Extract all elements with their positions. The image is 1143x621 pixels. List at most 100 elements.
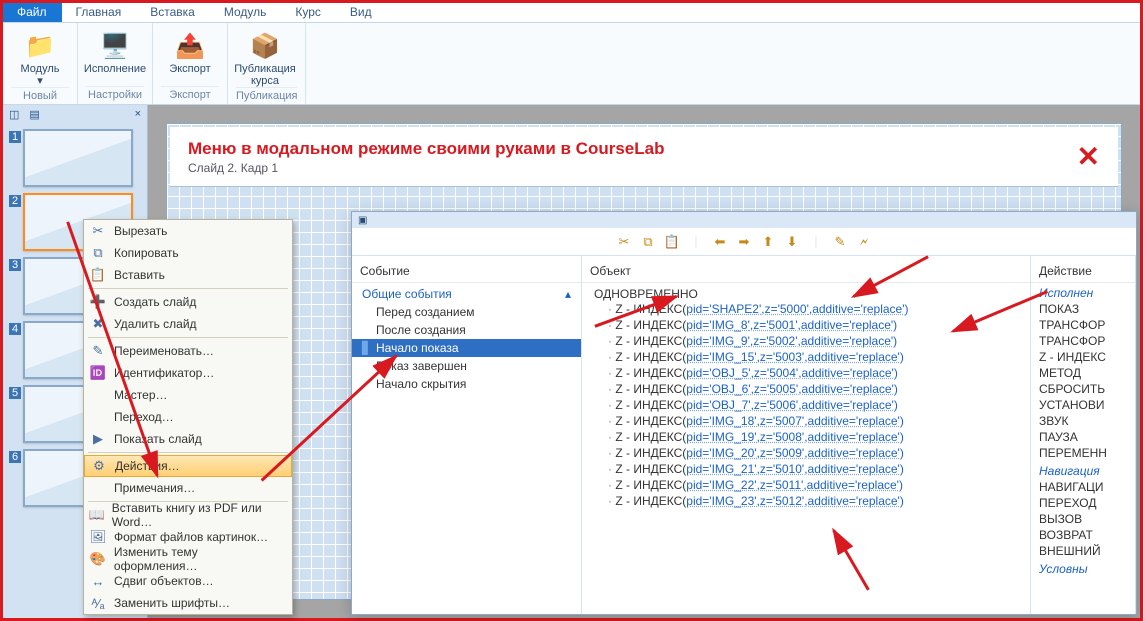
z-link[interactable]: ,z='5004' [751,366,799,380]
action-item[interactable]: ПЕРЕМЕНН [1031,445,1135,461]
z-link[interactable]: ,z='5006' [751,398,799,412]
dlg-tool-5[interactable]: ➡ [735,233,753,251]
ctx-identifier[interactable]: 🆔Идентификатор… [84,362,292,384]
object-line[interactable]: Z - ИНДЕКС(pid='IMG_22',z='5011',additiv… [582,477,1030,493]
ctx-paste[interactable]: 📋Вставить [84,264,292,286]
event-group[interactable]: Общие события ▴ [352,283,581,303]
dlg-tool-9[interactable]: ✎ [831,233,849,251]
event-item[interactable]: Начало скрытия [352,375,581,393]
action-item[interactable]: ВОЗВРАТ [1031,527,1135,543]
dlg-tool-2[interactable]: 📋 [663,233,681,251]
additive-link[interactable]: ,additive='replace') [804,414,904,428]
ctx-fonts[interactable]: ᴬ⁄ₐЗаменить шрифты… [84,592,292,614]
action-item[interactable]: ВНЕШНИЙ [1031,543,1135,559]
ctx-new-slide[interactable]: ➕Создать слайд [84,291,292,313]
pid-link[interactable]: pid='IMG_20' [686,446,756,460]
pid-link[interactable]: pid='IMG_15' [686,350,756,364]
tab-модуль[interactable]: Модуль [210,3,282,22]
object-line[interactable]: Z - ИНДЕКС(pid='IMG_21',z='5010',additiv… [582,461,1030,477]
action-item[interactable]: ВЫЗОВ [1031,511,1135,527]
ctx-master[interactable]: Мастер… [84,384,292,406]
slide-thumb[interactable]: 1 [23,129,133,187]
additive-link[interactable]: ,additive='replace') [804,446,904,460]
ctx-shift[interactable]: ↔Сдвиг объектов… [84,570,292,592]
additive-link[interactable]: ,additive='replace') [798,366,898,380]
z-link[interactable]: ,z='5012' [757,494,805,508]
ctx-show-slide[interactable]: ▶Показать слайд [84,428,292,450]
pid-link[interactable]: pid='IMG_9' [686,334,750,348]
object-line[interactable]: Z - ИНДЕКС(pid='IMG_8',z='5001',additive… [582,317,1030,333]
action-item[interactable]: ПЕРЕХОД [1031,495,1135,511]
tab-главная[interactable]: Главная [62,3,137,22]
additive-link[interactable]: ,additive='replace') [809,302,909,316]
tab-курс[interactable]: Курс [281,3,336,22]
event-item[interactable]: Показ завершен [352,357,581,375]
pid-link[interactable]: pid='SHAPE2' [686,302,761,316]
panel-close-icon[interactable]: × [135,108,141,120]
event-item[interactable]: Начало показа [352,339,581,357]
action-item[interactable]: ПАУЗА [1031,429,1135,445]
object-line[interactable]: Z - ИНДЕКС(pid='OBJ_7',z='5006',additive… [582,397,1030,413]
action-item[interactable]: УСТАНОВИ [1031,397,1135,413]
object-line[interactable]: Z - ИНДЕКС(pid='IMG_15',z='5003',additiv… [582,349,1030,365]
additive-link[interactable]: ,additive='replace') [798,398,898,412]
ctx-insert-book[interactable]: 📖Вставить книгу из PDF или Word… [84,504,292,526]
action-item[interactable]: ТРАНСФОР [1031,317,1135,333]
z-link[interactable]: ,z='5010' [757,462,805,476]
dlg-tool-7[interactable]: ⬇ [783,233,801,251]
module-button[interactable]: 📁Модуль ▾ [11,29,69,87]
object-line[interactable]: Z - ИНДЕКС(pid='OBJ_5',z='5004',additive… [582,365,1030,381]
z-link[interactable]: ,z='5005' [751,382,799,396]
dlg-tool-0[interactable]: ✂ [615,233,633,251]
z-link[interactable]: ,z='5003' [757,350,805,364]
object-line[interactable]: Z - ИНДЕКС(pid='OBJ_6',z='5005',additive… [582,381,1030,397]
additive-link[interactable]: ,additive='replace') [798,382,898,396]
ctx-notes[interactable]: Примечания… [84,477,292,499]
export-button[interactable]: 📤Экспорт [161,29,219,75]
action-item[interactable]: СБРОСИТЬ [1031,381,1135,397]
ctx-cut[interactable]: ✂Вырезать [84,220,292,242]
z-link[interactable]: ,z='5002' [750,334,798,348]
action-item[interactable]: МЕТОД [1031,365,1135,381]
publish-button[interactable]: 📦Публикация курса [236,29,294,87]
panel-tab-outline[interactable]: ▤ [29,108,39,121]
close-icon[interactable]: ✕ [1077,140,1100,173]
dlg-tool-6[interactable]: ⬆ [759,233,777,251]
additive-link[interactable]: ,additive='replace') [798,334,898,348]
tab-вид[interactable]: Вид [336,3,387,22]
z-link[interactable]: ,z='5009' [757,446,805,460]
action-item[interactable]: ЗВУК [1031,413,1135,429]
pid-link[interactable]: pid='OBJ_6' [686,382,750,396]
object-root[interactable]: ОДНОВРЕМЕННО [582,283,1030,301]
dlg-tool-10[interactable]: 🗲 [855,233,873,251]
additive-link[interactable]: ,additive='replace') [804,494,904,508]
pid-link[interactable]: pid='OBJ_7' [686,398,750,412]
action-item[interactable]: НАВИГАЦИ [1031,479,1135,495]
pid-link[interactable]: pid='IMG_23' [686,494,756,508]
object-line[interactable]: Z - ИНДЕКС(pid='IMG_20',z='5009',additiv… [582,445,1030,461]
tab-вставка[interactable]: Вставка [136,3,210,22]
z-link[interactable]: ,z='5007' [757,414,805,428]
dlg-tool-4[interactable]: ⬅ [711,233,729,251]
pid-link[interactable]: pid='IMG_18' [686,414,756,428]
execution-button[interactable]: 🖥️Исполнение [86,29,144,75]
dlg-tool-1[interactable]: ⧉ [639,233,657,251]
action-item[interactable]: ТРАНСФОР [1031,333,1135,349]
additive-link[interactable]: ,additive='replace') [804,462,904,476]
ctx-delete-slide[interactable]: ✖Удалить слайд [84,313,292,335]
object-line[interactable]: Z - ИНДЕКС(pid='IMG_9',z='5002',additive… [582,333,1030,349]
event-item[interactable]: После создания [352,321,581,339]
ctx-copy[interactable]: ⧉Копировать [84,242,292,264]
z-link[interactable]: ,z='5011' [757,478,804,492]
pid-link[interactable]: pid='IMG_8' [686,318,750,332]
object-line[interactable]: Z - ИНДЕКС(pid='IMG_18',z='5007',additiv… [582,413,1030,429]
action-item[interactable]: Z - ИНДЕКС [1031,349,1135,365]
event-item[interactable]: Перед созданием [352,303,581,321]
ctx-transition[interactable]: Переход… [84,406,292,428]
z-link[interactable]: ,z='5008' [757,430,805,444]
pid-link[interactable]: pid='IMG_19' [686,430,756,444]
ctx-actions[interactable]: ⚙Действия… [84,455,292,477]
object-line[interactable]: Z - ИНДЕКС(pid='IMG_19',z='5008',additiv… [582,429,1030,445]
additive-link[interactable]: ,additive='replace') [804,430,904,444]
additive-link[interactable]: ,additive='replace') [798,318,898,332]
